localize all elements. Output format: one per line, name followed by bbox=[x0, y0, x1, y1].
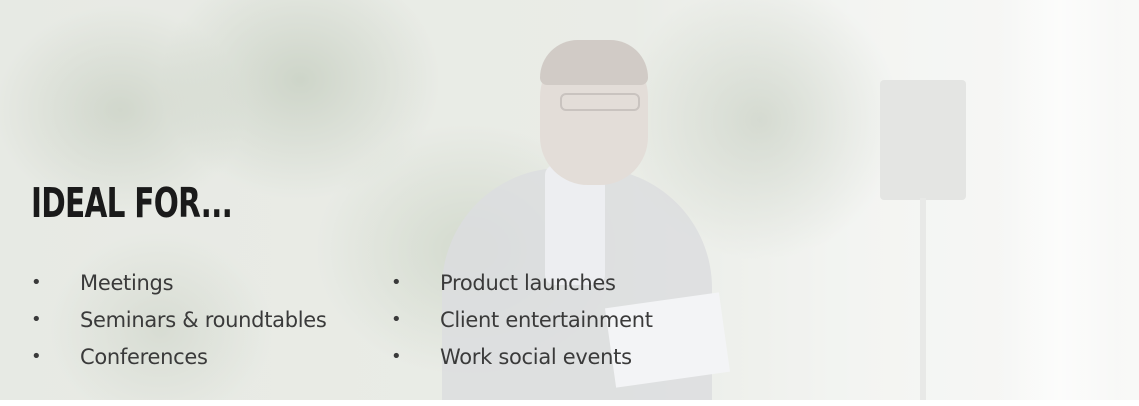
bullet-icon: • bbox=[31, 346, 42, 367]
use-case-list-right: • Product launches • Client entertainment … bbox=[391, 270, 653, 381]
list-item: • Work social events bbox=[391, 344, 653, 381]
bullet-icon: • bbox=[391, 272, 402, 293]
list-item-label: Client entertainment bbox=[440, 308, 653, 332]
list-item: • Client entertainment bbox=[391, 307, 653, 344]
list-item-label: Product launches bbox=[440, 271, 616, 295]
ideal-for-banner: IDEAL FOR... • Meetings • Seminars & round… bbox=[0, 0, 1139, 406]
bullet-icon: • bbox=[31, 309, 42, 330]
bullet-icon: • bbox=[391, 309, 402, 330]
list-item: • Seminars & roundtables bbox=[31, 307, 327, 344]
bottom-divider bbox=[0, 400, 1139, 406]
use-case-list-left: • Meetings • Seminars & roundtables • Confe… bbox=[31, 270, 327, 381]
list-item-label: Meetings bbox=[80, 271, 174, 295]
list-item: • Meetings bbox=[31, 270, 327, 307]
section-heading: IDEAL FOR... bbox=[31, 179, 233, 227]
list-item: • Product launches bbox=[391, 270, 653, 307]
bullet-icon: • bbox=[31, 272, 42, 293]
bullet-icon: • bbox=[391, 346, 402, 367]
list-item: • Conferences bbox=[31, 344, 327, 381]
list-item-label: Seminars & roundtables bbox=[80, 308, 327, 332]
list-item-label: Conferences bbox=[80, 345, 208, 369]
list-item-label: Work social events bbox=[440, 345, 632, 369]
